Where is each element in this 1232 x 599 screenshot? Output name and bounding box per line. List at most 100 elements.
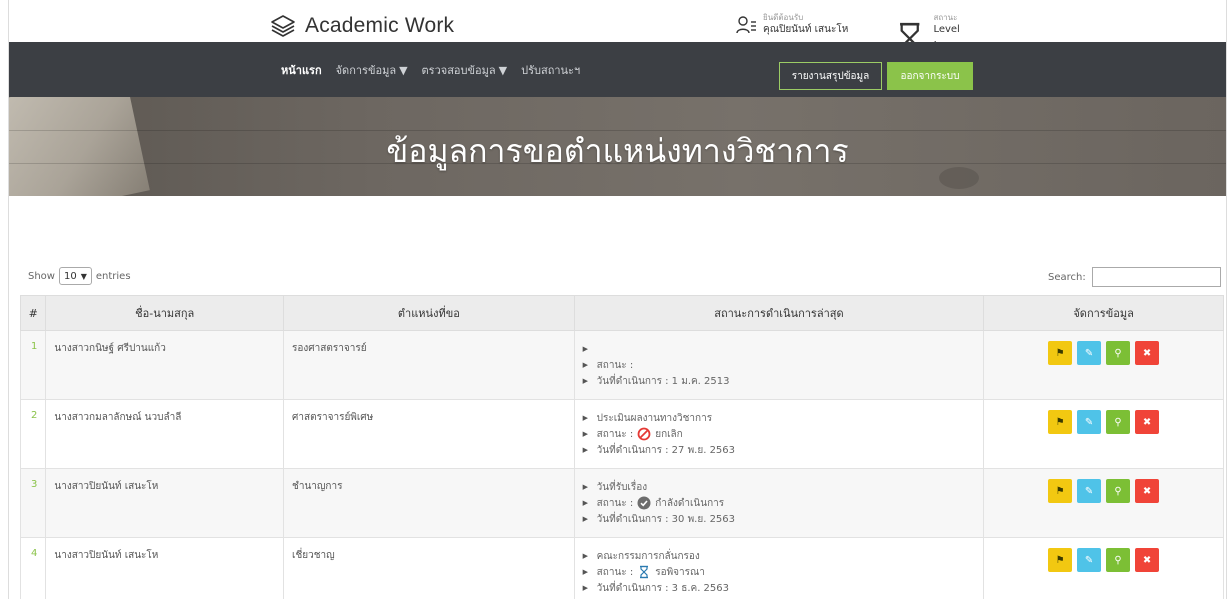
edit-icon: ✎ [1084, 416, 1094, 428]
hero-banner: ข้อมูลการขอตำแหน่งทางวิชาการ [9, 97, 1226, 196]
row-position: เชี่ยวชาญ [283, 537, 575, 599]
col-header-position[interactable]: ตำแหน่งที่ขอ [283, 295, 575, 331]
view-button[interactable]: ⚲ [1106, 410, 1131, 434]
user-list-icon [736, 16, 756, 34]
user-name: คุณปิยนันท์ เสนะโห [763, 24, 849, 35]
flag-icon: ⚑ [1055, 485, 1065, 497]
status-state-line: ▶ สถานะ : รอพิจารณา [583, 564, 976, 580]
col-header-number[interactable]: # [19, 295, 47, 331]
row-number: 4 [19, 537, 47, 599]
requests-table: # ชื่อ-นามสกุล ตำแหน่งที่ขอ สถานะการดำเน… [19, 295, 1224, 599]
delete-button[interactable]: ✖ [1135, 479, 1160, 503]
edit-icon: ✎ [1084, 347, 1094, 359]
edit-button[interactable]: ✎ [1077, 479, 1102, 503]
row-name: นางสาวกนิษฐ์ ศรีปานแก้ว [45, 330, 285, 400]
row-position: ชำนาญการ [283, 468, 575, 538]
chevron-down-icon: ▼ [498, 63, 508, 77]
delete-button[interactable]: ✖ [1135, 341, 1160, 365]
user-info: ยินดีต้อนรับ คุณปิยนันท์ เสนะโห [735, 13, 848, 37]
status-step-line: ▶ [583, 341, 976, 357]
row-actions: ⚑ ✎ ⚲ ✖ [983, 468, 1224, 538]
check-circle-icon [637, 496, 651, 510]
view-button[interactable]: ⚲ [1106, 548, 1131, 572]
status-prefix: สถานะ : [596, 497, 634, 509]
status-state-line: ▶ สถานะ : [583, 357, 976, 373]
view-button[interactable]: ⚲ [1106, 341, 1131, 365]
main-nav: หน้าแรก จัดการข้อมูล ▼ ตรวจสอบข้อมูล ▼ ปรั… [9, 42, 1226, 97]
cancel-icon [637, 427, 651, 441]
status-date: วันที่ดำเนินการ : 27 พ.ย. 2563 [596, 444, 736, 456]
edit-button[interactable]: ✎ [1077, 410, 1102, 434]
row-status: ▶ วันที่รับเรื่อง ▶ สถานะ : กำลังดำเนินการ… [573, 468, 985, 538]
status-step-line: ▶ ประเมินผลงานทางวิชาการ [583, 410, 976, 426]
nav-item-update-status[interactable]: ปรับสถานะฯ [521, 61, 580, 79]
status-step: ประเมินผลงานทางวิชาการ [596, 412, 713, 424]
edit-button[interactable]: ✎ [1077, 341, 1102, 365]
row-position: ศาสตราจารย์พิเศษ [283, 399, 575, 469]
flag-icon: ⚑ [1055, 347, 1065, 359]
caret-right-icon: ▶ [582, 377, 589, 385]
row-name: นางสาวปิยนันท์ เสนะโห [45, 537, 285, 599]
row-name: นางสาวปิยนันท์ เสนะโห [45, 468, 285, 538]
status-prefix: สถานะ : [596, 359, 634, 371]
page-frame: Academic Work ยินดีต้อนรับ คุณปิยนันท์ เ… [8, 0, 1227, 599]
status-state-line: ▶ สถานะ : กำลังดำเนินการ [583, 495, 976, 511]
status-date-line: ▶ วันที่ดำเนินการ : 27 พ.ย. 2563 [583, 442, 976, 458]
caret-right-icon: ▶ [582, 414, 589, 422]
row-number: 2 [19, 399, 47, 469]
status-date-line: ▶ วันที่ดำเนินการ : 30 พ.ย. 2563 [583, 511, 976, 527]
status-date: วันที่ดำเนินการ : 3 ธ.ค. 2563 [596, 582, 730, 594]
col-header-actions[interactable]: จัดการข้อมูล [983, 295, 1224, 331]
delete-button[interactable]: ✖ [1135, 548, 1160, 572]
nav-item-check-data[interactable]: ตรวจสอบข้อมูล ▼ [422, 61, 508, 79]
status-step-line: ▶ คณะกรรมการกลั่นกรอง [583, 548, 976, 564]
search-input[interactable] [1091, 267, 1221, 287]
flag-button[interactable]: ⚑ [1048, 479, 1073, 503]
nav-item-home[interactable]: หน้าแรก [281, 61, 322, 79]
table-row: 1 นางสาวกนิษฐ์ ศรีปานแก้ว รองศาสตราจารย์… [19, 330, 1224, 400]
row-status: ▶ คณะกรรมการกลั่นกรอง ▶ สถานะ : รอพิจารณา … [573, 537, 985, 599]
flag-button[interactable]: ⚑ [1048, 548, 1073, 572]
flag-button[interactable]: ⚑ [1048, 410, 1073, 434]
search-icon: ⚲ [1114, 554, 1122, 566]
search-label: Search: [1048, 271, 1086, 283]
nav-menu: หน้าแรก จัดการข้อมูล ▼ ตรวจสอบข้อมูล ▼ ปรั… [281, 42, 580, 97]
row-number: 1 [19, 330, 47, 400]
caret-right-icon: ▶ [582, 446, 589, 454]
view-button[interactable]: ⚲ [1106, 479, 1131, 503]
logout-button[interactable]: ออกจากระบบ [887, 62, 973, 90]
layers-icon [271, 15, 295, 37]
flag-icon: ⚑ [1055, 554, 1065, 566]
nav-item-manage-data[interactable]: จัดการข้อมูล ▼ [336, 61, 408, 79]
entries-select[interactable]: 10 ▼ [58, 267, 92, 285]
col-header-name[interactable]: ชื่อ-นามสกุล [45, 295, 285, 331]
caret-right-icon: ▶ [582, 584, 589, 592]
caret-right-icon: ▶ [582, 568, 589, 576]
search-control: Search: [1048, 267, 1221, 287]
flag-button[interactable]: ⚑ [1048, 341, 1073, 365]
row-actions: ⚑ ✎ ⚲ ✖ [983, 537, 1224, 599]
col-header-status[interactable]: สถานะการดำเนินการล่าสุด [573, 295, 985, 331]
report-summary-button[interactable]: รายงานสรุปข้อมูล [779, 62, 882, 90]
edit-button[interactable]: ✎ [1077, 548, 1102, 572]
close-icon: ✖ [1142, 416, 1152, 428]
chevron-down-icon: ▼ [80, 271, 87, 281]
page-title: ข้อมูลการขอตำแหน่งทางวิชาการ [386, 133, 849, 169]
status-step-line: ▶ วันที่รับเรื่อง [583, 479, 976, 495]
row-status: ▶ ประเมินผลงานทางวิชาการ ▶ สถานะ : ยกเลิก … [573, 399, 985, 469]
status-date-line: ▶ วันที่ดำเนินการ : 1 ม.ค. 2513 [583, 373, 976, 389]
caret-right-icon: ▶ [582, 515, 589, 523]
show-label: Show [28, 270, 55, 282]
nav-item-label: ตรวจสอบข้อมูล [421, 63, 496, 77]
status-state-line: ▶ สถานะ : ยกเลิก [583, 426, 976, 442]
welcome-label: ยินดีต้อนรับ [763, 13, 804, 22]
row-position: รองศาสตราจารย์ [283, 330, 575, 400]
status-prefix: สถานะ : [596, 566, 634, 578]
row-name: นางสาวกมลาลักษณ์ นวบลำลี [45, 399, 285, 469]
status-step: คณะกรรมการกลั่นกรอง [596, 550, 700, 562]
row-actions: ⚑ ✎ ⚲ ✖ [983, 399, 1224, 469]
delete-button[interactable]: ✖ [1135, 410, 1160, 434]
brand[interactable]: Academic Work [270, 13, 454, 39]
status-date: วันที่ดำเนินการ : 30 พ.ย. 2563 [596, 513, 736, 525]
status-prefix: สถานะ : [596, 428, 634, 440]
